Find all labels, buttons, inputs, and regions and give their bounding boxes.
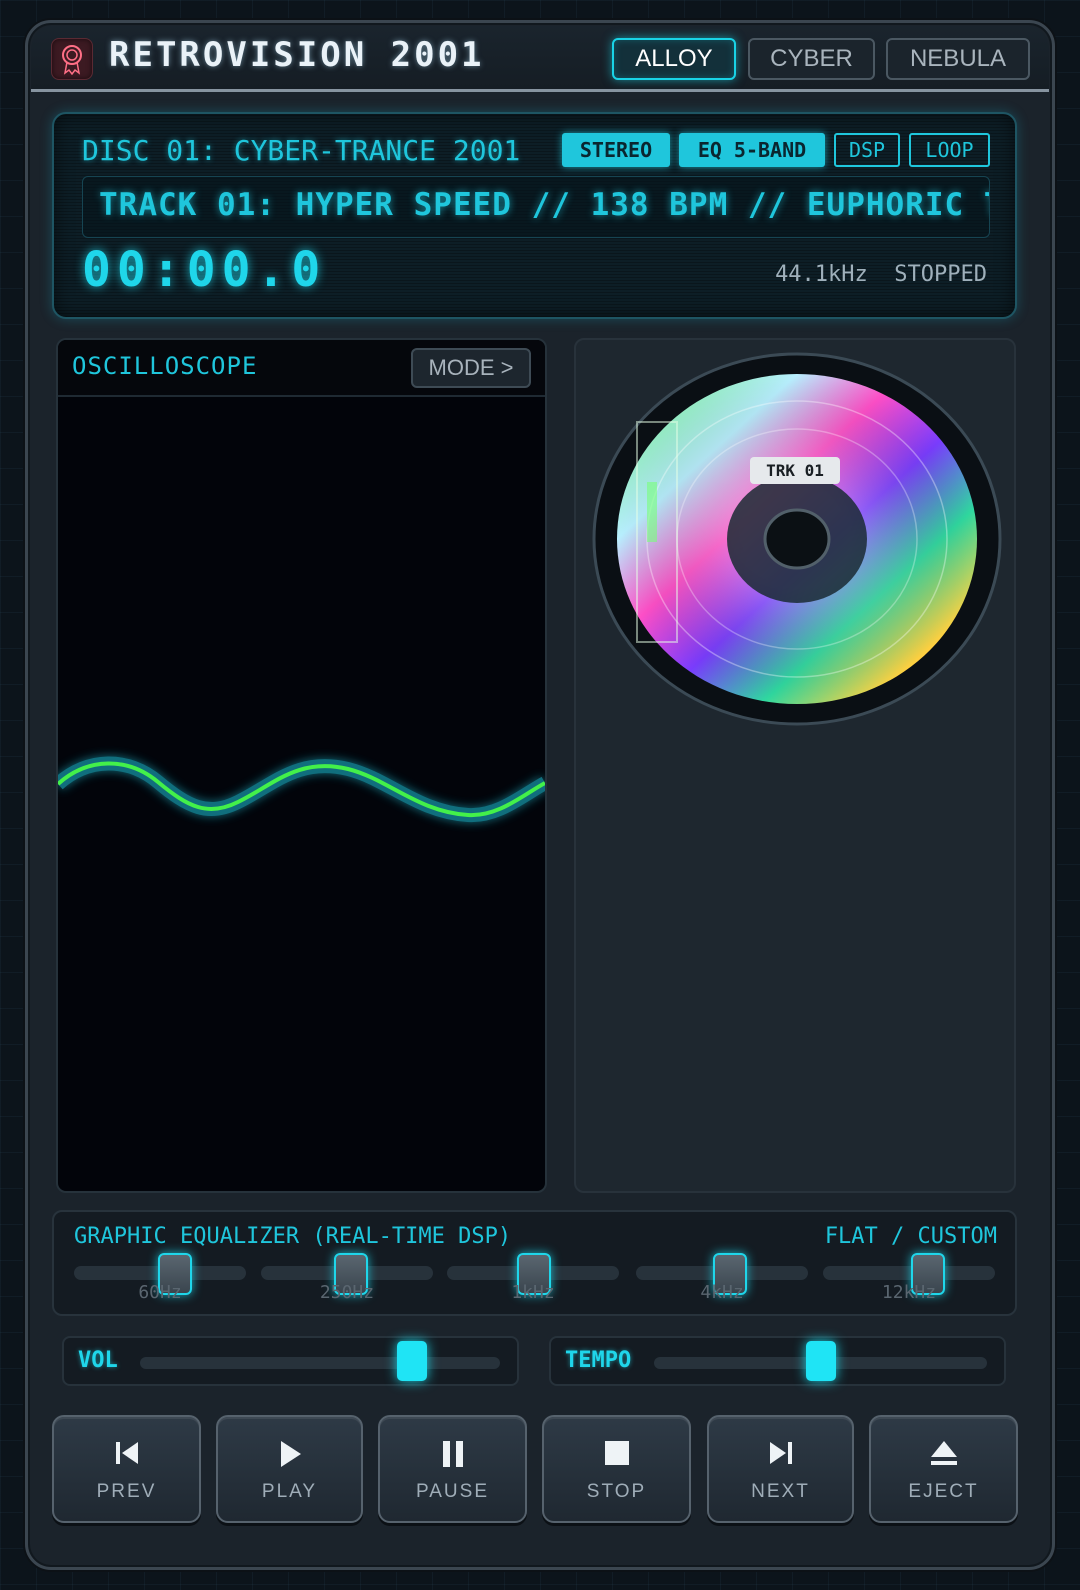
equalizer-title: GRAPHIC EQUALIZER (REAL-TIME DSP) bbox=[74, 1224, 512, 1249]
track-marquee-text: TRACK 01: HYPER SPEED // 138 BPM // EUPH… bbox=[99, 187, 990, 223]
volume-label: VOL bbox=[78, 1348, 118, 1373]
timecode: 00:00.0 bbox=[82, 242, 327, 298]
pause-label: PAUSE bbox=[415, 1481, 489, 1502]
oscilloscope-title: OSCILLOSCOPE bbox=[72, 352, 258, 380]
disc-panel: TRK 01 bbox=[574, 338, 1016, 1193]
mode-button[interactable]: MODE > bbox=[411, 348, 531, 388]
play-icon bbox=[280, 1441, 301, 1467]
stop-button[interactable]: STOP bbox=[542, 1415, 691, 1523]
sample-rate: 44.1kHz bbox=[775, 262, 868, 287]
play-label: PLAY bbox=[261, 1481, 318, 1502]
eject-label: EJECT bbox=[908, 1481, 979, 1502]
volume-track[interactable] bbox=[140, 1341, 500, 1381]
skip-back-icon bbox=[115, 1442, 138, 1464]
volume-thumb[interactable] bbox=[397, 1341, 427, 1381]
next-button[interactable]: NEXT bbox=[707, 1415, 854, 1523]
award-icon bbox=[51, 38, 93, 80]
eject-icon bbox=[930, 1441, 957, 1465]
skin-tab-alloy[interactable]: ALLOY bbox=[612, 38, 736, 80]
next-label: NEXT bbox=[751, 1481, 810, 1502]
player-device: RETROVISION 2001 ALLOY CYBER NEBULA DISC… bbox=[25, 20, 1055, 1570]
play-button[interactable]: PLAY bbox=[216, 1415, 363, 1523]
eq-band-label: 12kHz bbox=[881, 1282, 937, 1303]
tempo-thumb[interactable] bbox=[806, 1341, 836, 1381]
oscilloscope-header: OSCILLOSCOPE MODE > bbox=[58, 340, 545, 397]
stop-icon bbox=[604, 1441, 629, 1465]
pause-icon bbox=[442, 1441, 463, 1467]
eq-track[interactable] bbox=[823, 1266, 995, 1280]
prev-button[interactable]: PREV bbox=[52, 1415, 201, 1523]
badge-eq: EQ 5-BAND bbox=[679, 133, 825, 167]
badge-loop: LOOP bbox=[909, 133, 990, 167]
eq-band-1khz[interactable]: 1kHz bbox=[447, 1253, 619, 1310]
cd-disc[interactable] bbox=[592, 352, 1002, 727]
lcd-display: DISC 01: CYBER-TRANCE 2001 STEREO EQ 5-B… bbox=[52, 112, 1017, 319]
skin-tab-cyber[interactable]: CYBER bbox=[748, 38, 875, 80]
pause-button[interactable]: PAUSE bbox=[378, 1415, 527, 1523]
eject-button[interactable]: EJECT bbox=[869, 1415, 1018, 1523]
eq-band-label: 4kHz bbox=[700, 1282, 744, 1303]
oscilloscope-panel: OSCILLOSCOPE MODE > bbox=[56, 338, 547, 1193]
oscilloscope-waveform bbox=[58, 756, 545, 823]
disc-title: DISC 01: CYBER-TRANCE 2001 bbox=[82, 134, 521, 167]
tempo-label: TEMPO bbox=[565, 1348, 632, 1373]
eq-band-250hz[interactable]: 250Hz bbox=[261, 1253, 433, 1310]
eq-band-4khz[interactable]: 4kHz bbox=[636, 1253, 808, 1310]
disc-label: TRK 01 bbox=[750, 457, 840, 484]
eq-band-60hz[interactable]: 60Hz bbox=[74, 1253, 246, 1310]
track-marquee: TRACK 01: HYPER SPEED // 138 BPM // EUPH… bbox=[82, 176, 990, 238]
skin-tab-nebula[interactable]: NEBULA bbox=[886, 38, 1030, 80]
tempo-track[interactable] bbox=[654, 1341, 987, 1381]
equalizer-panel: GRAPHIC EQUALIZER (REAL-TIME DSP) FLAT /… bbox=[52, 1210, 1017, 1316]
volume-control: VOL bbox=[62, 1336, 519, 1386]
eq-band-12khz[interactable]: 12kHz bbox=[823, 1253, 995, 1310]
prev-label: PREV bbox=[96, 1481, 157, 1502]
equalizer-preset[interactable]: FLAT / CUSTOM bbox=[825, 1224, 997, 1249]
eq-band-label: 60Hz bbox=[138, 1282, 182, 1303]
app-title: RETROVISION 2001 bbox=[109, 35, 485, 75]
stop-label: STOP bbox=[586, 1481, 647, 1502]
skip-forward-icon bbox=[769, 1442, 792, 1464]
badge-dsp: DSP bbox=[834, 133, 900, 167]
playback-status: 44.1kHz STOPPED bbox=[775, 262, 987, 287]
eq-band-label: 1kHz bbox=[511, 1282, 555, 1303]
badge-stereo: STEREO bbox=[562, 133, 670, 167]
title-bar: RETROVISION 2001 ALLOY CYBER NEBULA bbox=[31, 26, 1049, 92]
playback-state: STOPPED bbox=[894, 262, 987, 287]
tempo-control: TEMPO bbox=[549, 1336, 1006, 1386]
eq-band-label: 250Hz bbox=[319, 1282, 375, 1303]
